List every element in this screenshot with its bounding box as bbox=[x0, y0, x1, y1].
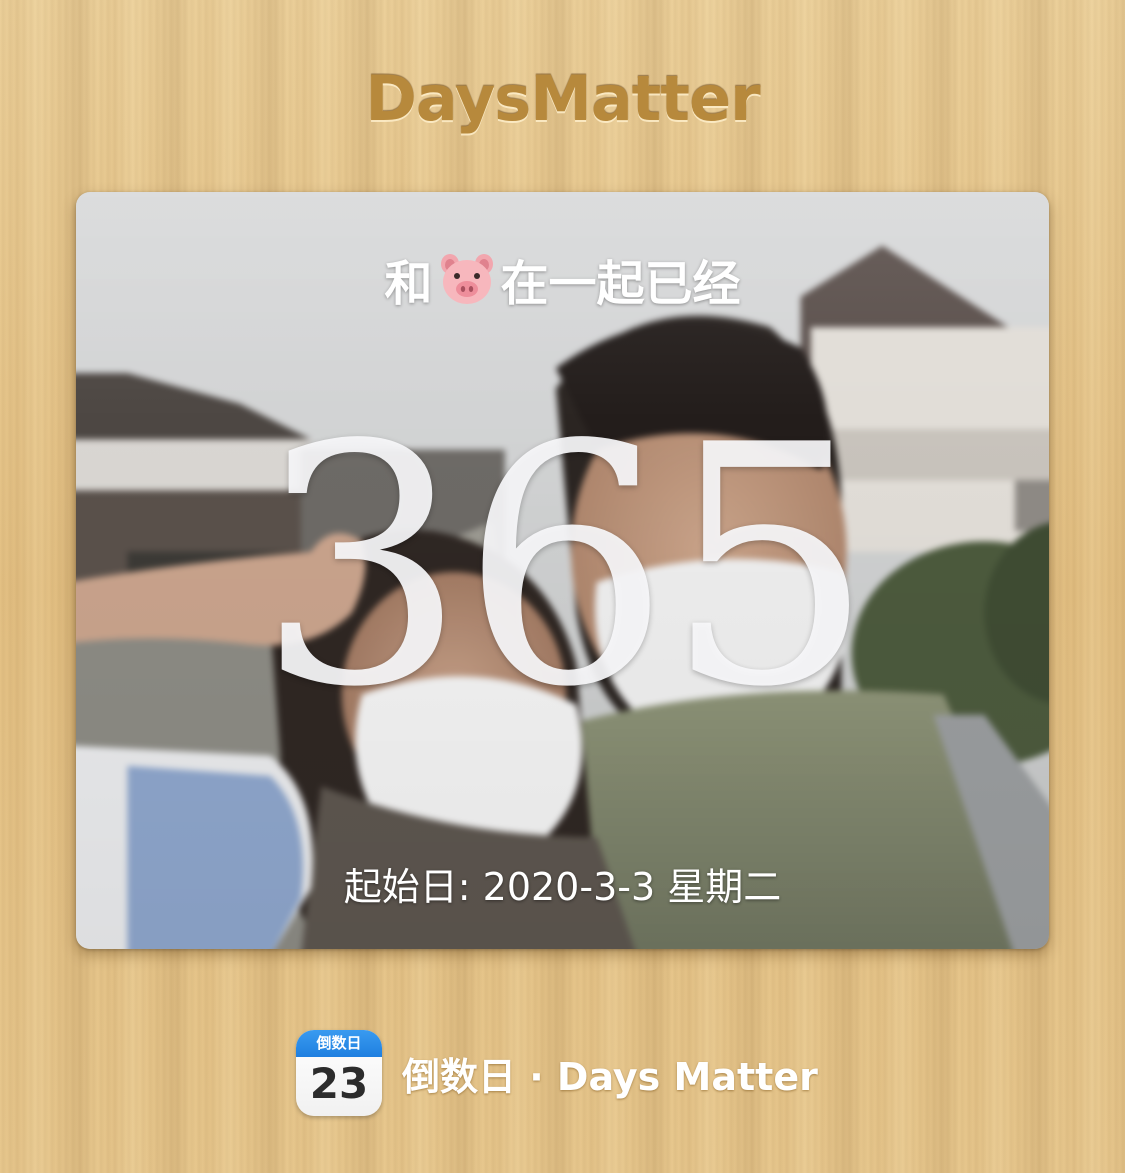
footer-app-name: 倒数日 · Days Matter bbox=[402, 1054, 818, 1099]
event-title: 和 在一起已经 bbox=[76, 244, 1049, 314]
pig-face-icon bbox=[440, 254, 493, 304]
footer-branding: 倒数日 23 倒数日 · Days Matter bbox=[296, 1030, 818, 1116]
event-title-prefix: 和 bbox=[384, 256, 433, 312]
calendar-icon-header: 倒数日 bbox=[296, 1030, 382, 1057]
event-title-suffix: 在一起已经 bbox=[500, 256, 741, 312]
app-logo-text: DaysMatter bbox=[365, 62, 760, 135]
start-date-label: 起始日: 2020-3-3 星期二 bbox=[343, 865, 782, 909]
days-count: 365 bbox=[256, 375, 875, 759]
calendar-icon-day: 23 bbox=[309, 1059, 369, 1108]
countdown-card[interactable]: 和 在一起已经 365 起始日: 2020-3-3 星期二 bbox=[76, 192, 1049, 949]
calendar-app-icon: 倒数日 23 bbox=[296, 1030, 382, 1116]
